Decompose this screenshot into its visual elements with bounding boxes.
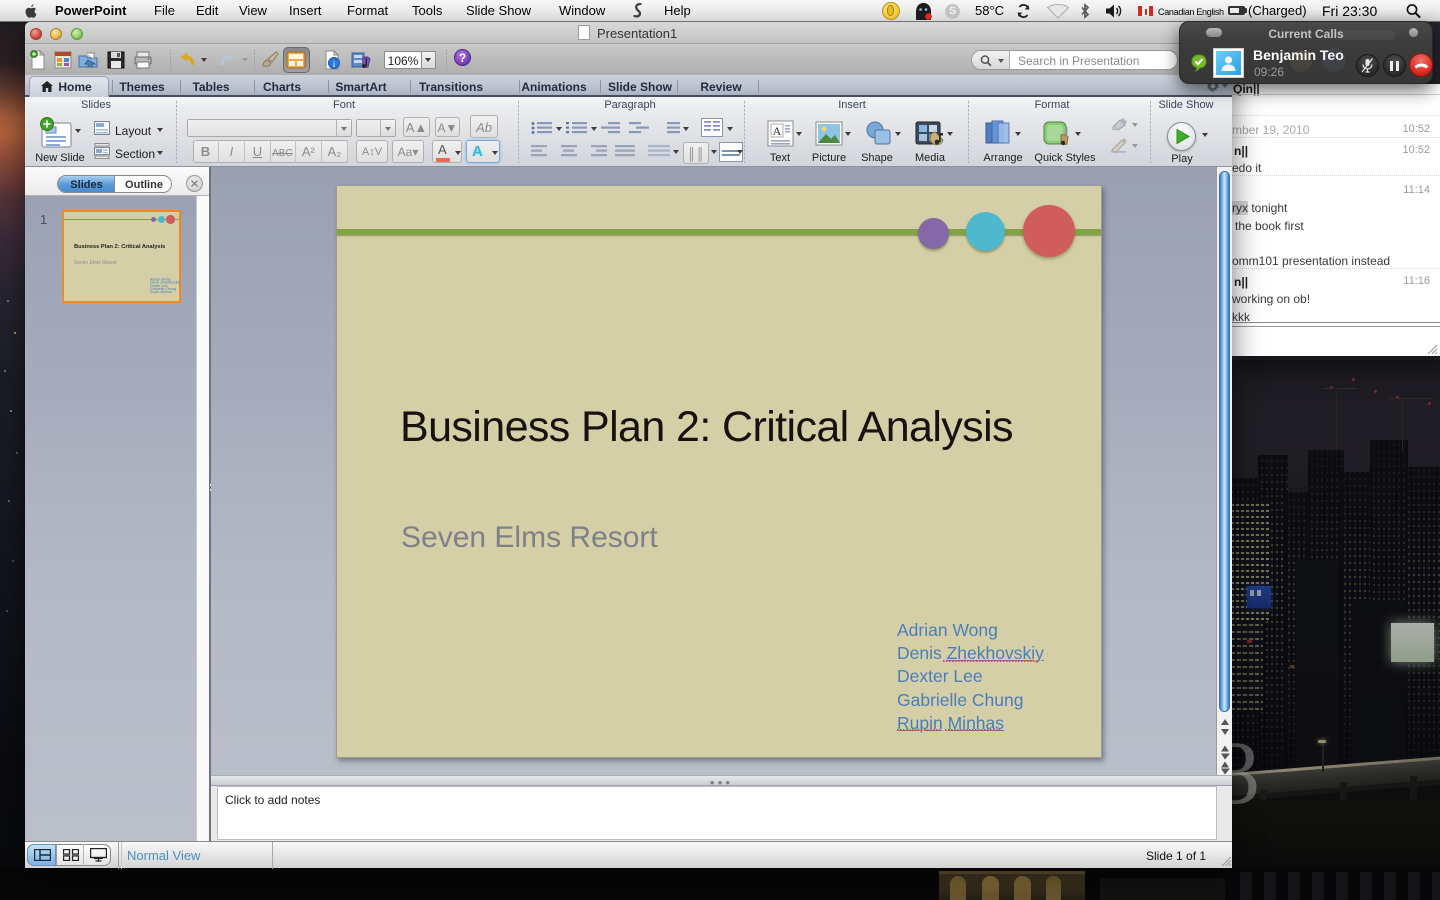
svg-text:A: A	[773, 124, 782, 138]
